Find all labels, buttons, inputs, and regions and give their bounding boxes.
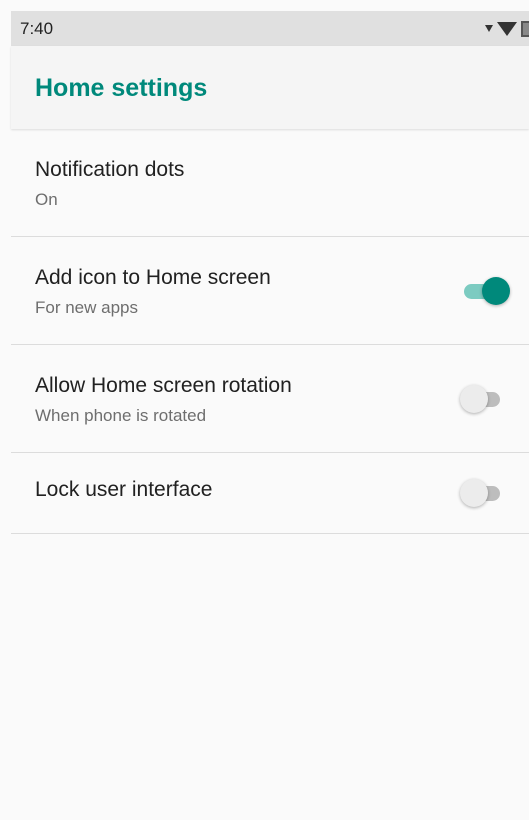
setting-lock-user-interface[interactable]: Lock user interface: [11, 453, 529, 534]
toggle-thumb: [460, 479, 488, 507]
status-bar: 7:40: [11, 11, 529, 46]
setting-allow-home-screen-rotation[interactable]: Allow Home screen rotation When phone is…: [11, 345, 529, 453]
status-icons: [485, 11, 529, 46]
setting-summary: On: [35, 190, 58, 209]
setting-summary: When phone is rotated: [35, 406, 207, 425]
setting-title: Allow Home screen rotation: [35, 374, 292, 397]
setting-title: Notification dots: [35, 158, 185, 181]
toggle-thumb: [482, 277, 510, 305]
lock-ui-toggle[interactable]: [460, 479, 500, 507]
device-screen: 7:40 Home settings Notification dots On …: [0, 0, 529, 820]
toggle-thumb: [460, 385, 488, 413]
wifi-icon: [497, 21, 517, 36]
setting-add-icon-to-home-screen[interactable]: Add icon to Home screen For new apps: [11, 237, 529, 345]
setting-summary: For new apps: [35, 298, 138, 317]
add-icon-toggle[interactable]: [464, 277, 510, 305]
status-time: 7:40: [20, 18, 54, 38]
setting-title: Add icon to Home screen: [35, 266, 271, 289]
app-bar: Home settings: [11, 46, 529, 129]
battery-icon: [521, 20, 529, 37]
setting-title: Lock user interface: [35, 478, 213, 501]
page-title: Home settings: [35, 74, 208, 102]
settings-list: Notification dots On Add icon to Home sc…: [11, 129, 529, 534]
signal-icon: [485, 24, 493, 32]
setting-notification-dots[interactable]: Notification dots On: [11, 129, 529, 237]
rotation-toggle[interactable]: [460, 385, 500, 413]
